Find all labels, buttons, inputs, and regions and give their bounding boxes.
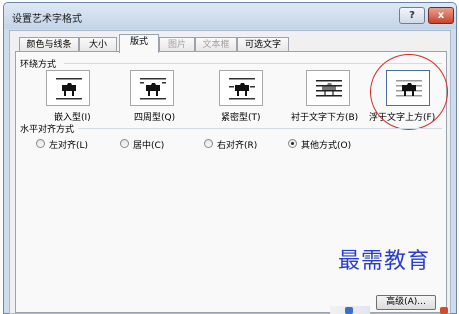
dialog-title: 设置艺术字格式: [12, 14, 82, 25]
radio-label-right: 右对齐(R): [217, 141, 258, 151]
tab-colors-lines[interactable]: 颜色与线条: [19, 37, 79, 52]
wrap-label-tight: 紧密型(T): [221, 113, 261, 123]
title-bar[interactable]: 设置艺术字格式 ? x: [4, 3, 456, 29]
wrap-option-inline[interactable]: [46, 70, 90, 106]
advanced-button[interactable]: 高级(A)...: [376, 295, 436, 310]
wrap-option-tight[interactable]: [219, 70, 263, 106]
radio-label-other: 其他方式(O): [301, 141, 352, 151]
tab-layout[interactable]: 版式: [119, 34, 159, 53]
square-wrap-icon: [140, 78, 166, 100]
tight-wrap-icon: [229, 78, 255, 100]
wrap-option-behind[interactable]: [306, 70, 350, 106]
behind-text-icon: [316, 80, 342, 97]
align-section-heading: 水平对齐方式: [20, 125, 75, 135]
wrap-label-square: 四周型(Q): [134, 113, 176, 123]
radio-align-center[interactable]: [120, 139, 129, 148]
wrap-section-heading: 环绕方式: [20, 60, 57, 70]
tray-icon: [440, 307, 448, 314]
help-button[interactable]: ?: [399, 7, 425, 24]
radio-align-left[interactable]: [36, 139, 45, 148]
close-button[interactable]: x: [428, 7, 454, 24]
radio-align-right[interactable]: [204, 139, 213, 148]
radio-label-left: 左对齐(L): [49, 141, 89, 151]
tab-alt-text[interactable]: 可选文字: [237, 37, 289, 52]
wrap-label-behind: 衬于文字下方(B): [291, 113, 359, 123]
radio-align-other[interactable]: [288, 139, 297, 148]
app-icon: [345, 307, 353, 314]
tab-picture[interactable]: 图片: [159, 37, 195, 52]
radio-label-center: 居中(C): [133, 141, 165, 151]
inline-wrap-icon: [56, 78, 82, 100]
section-divider: [78, 128, 442, 129]
selection-highlight-ring: [370, 54, 448, 130]
tab-textbox[interactable]: 文本框: [195, 37, 237, 52]
wrap-option-square[interactable]: [130, 70, 174, 106]
watermark-text: 最需教育: [338, 249, 431, 274]
tab-size[interactable]: 大小: [79, 37, 117, 52]
